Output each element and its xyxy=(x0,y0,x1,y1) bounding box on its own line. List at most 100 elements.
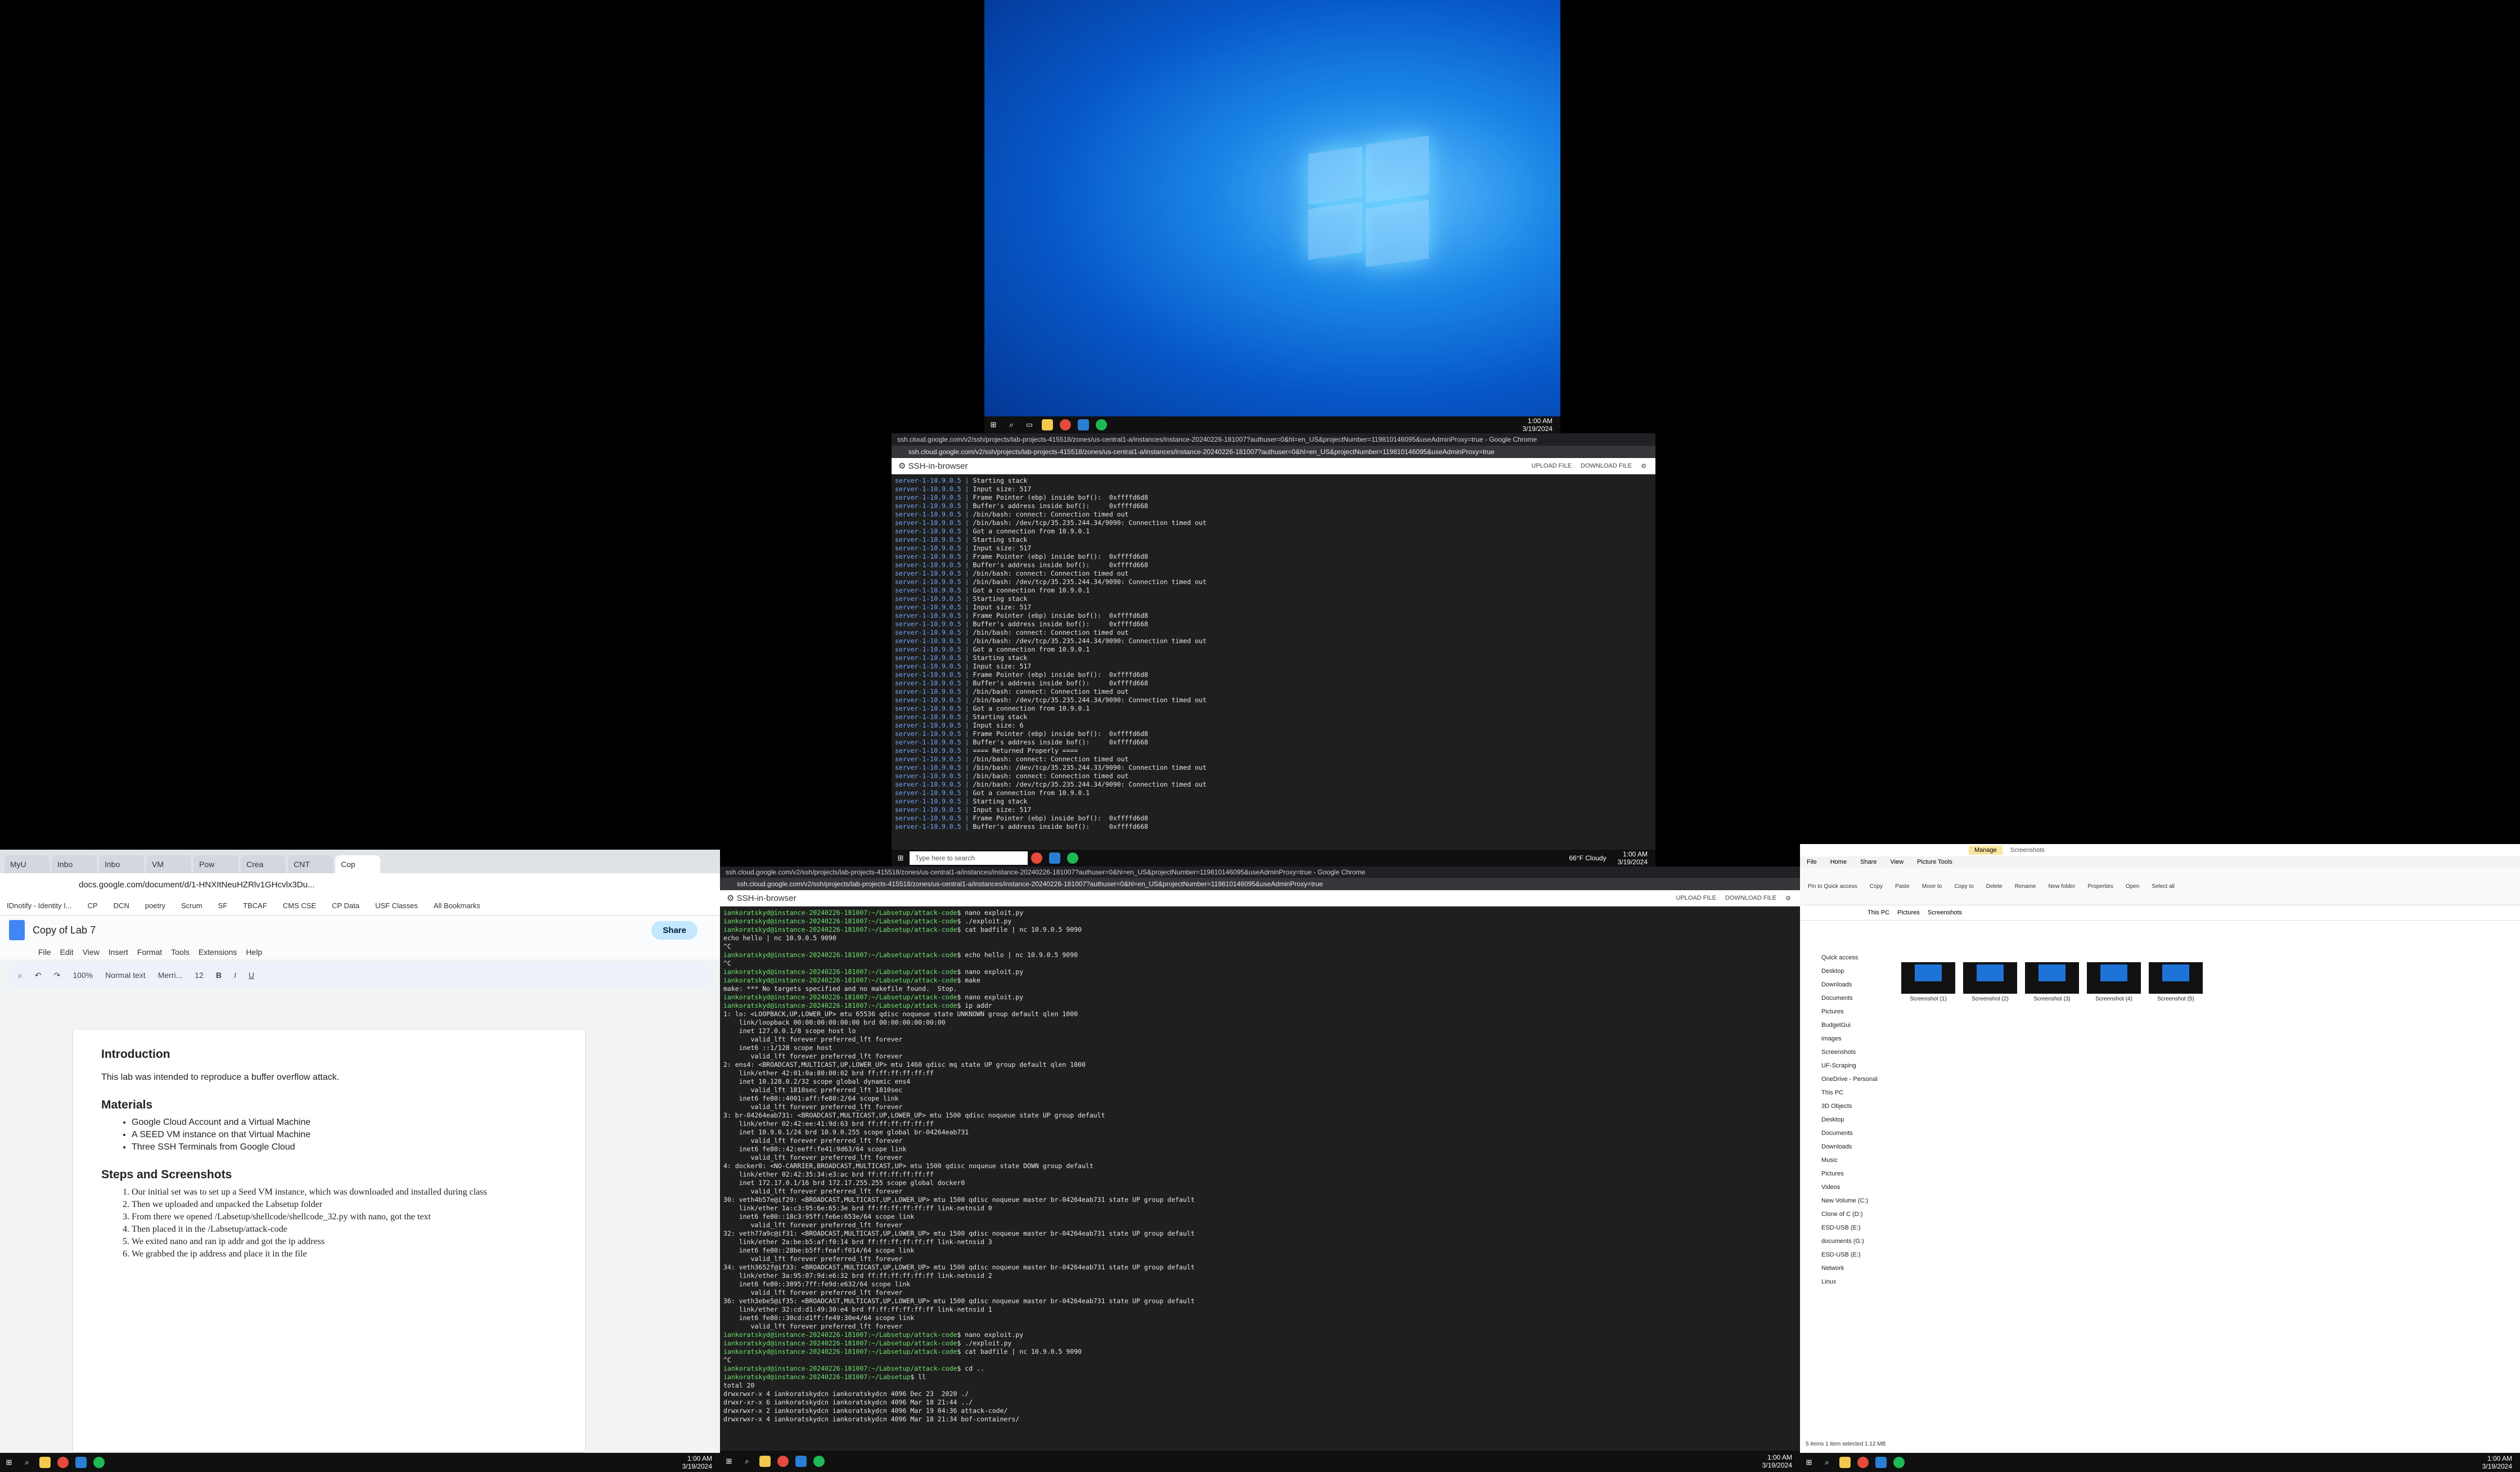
menu-item[interactable]: Insert xyxy=(109,948,128,957)
file-item[interactable]: Screenshot (2) xyxy=(1963,962,2017,1002)
zoom-select[interactable]: 100% xyxy=(73,971,93,980)
share-button[interactable]: Share xyxy=(651,921,698,940)
search-menus-icon[interactable]: ⌕ xyxy=(18,971,22,980)
file-explorer-icon[interactable] xyxy=(39,1457,51,1468)
taskbar-clock[interactable]: 1:00 AM 3/19/2024 xyxy=(1618,850,1648,866)
menu-item[interactable]: Format xyxy=(137,948,162,957)
nav-item[interactable]: UF-Scraping xyxy=(1800,1059,1890,1072)
bookmark-item[interactable]: DCN xyxy=(114,901,129,910)
url-bar[interactable]: ssh.cloud.google.com/v2/ssh/projects/lab… xyxy=(720,878,1800,890)
file-item[interactable]: Screenshot (5) xyxy=(2149,962,2203,1002)
font-size-input[interactable]: 12 xyxy=(195,971,204,980)
nav-item[interactable]: This PC xyxy=(1800,1086,1890,1099)
vscode-icon[interactable] xyxy=(1875,1457,1887,1468)
download-file-button[interactable]: DOWNLOAD FILE xyxy=(1581,463,1632,470)
nav-item[interactable]: Pictures xyxy=(1800,1005,1890,1018)
undo-icon[interactable]: ↶ xyxy=(35,971,42,980)
chrome-icon[interactable] xyxy=(1031,852,1042,864)
search-icon[interactable]: ⌕ xyxy=(1821,1457,1833,1468)
taskbar-search[interactable]: Type here to search xyxy=(910,851,1028,865)
nav-item[interactable]: Downloads xyxy=(1800,1140,1890,1154)
breadcrumb-item[interactable]: This PC xyxy=(1868,909,1889,916)
chrome-icon[interactable] xyxy=(1857,1457,1869,1468)
browser-tab[interactable]: Cop xyxy=(335,855,380,873)
breadcrumb-item[interactable]: Screenshots xyxy=(1928,909,1962,916)
search-icon[interactable]: ⌕ xyxy=(21,1457,33,1468)
nav-item[interactable]: Videos xyxy=(1800,1181,1890,1194)
underline-icon[interactable]: U xyxy=(249,971,254,980)
menu-item[interactable]: Tools xyxy=(171,948,190,957)
upload-file-button[interactable]: UPLOAD FILE xyxy=(1532,463,1572,470)
nav-item[interactable]: Downloads xyxy=(1800,978,1890,991)
bookmark-item[interactable]: USF Classes xyxy=(375,901,418,910)
taskbar-clock[interactable]: 1:00 AM 3/19/2024 xyxy=(1523,417,1552,433)
nav-item[interactable]: images xyxy=(1800,1032,1890,1045)
terminal-output[interactable]: server-1-10.9.0.5 | Starting stack server… xyxy=(892,474,1655,839)
ribbon-tab[interactable]: Picture Tools xyxy=(1910,859,1959,865)
file-item[interactable]: Screenshot (3) xyxy=(2025,962,2079,1002)
nav-item[interactable]: OneDrive - Personal xyxy=(1800,1072,1890,1086)
chrome-icon[interactable] xyxy=(777,1456,789,1467)
file-explorer-icon[interactable] xyxy=(1042,419,1053,430)
browser-tab[interactable]: CNT xyxy=(288,855,333,873)
browser-tab[interactable]: MyU xyxy=(4,855,50,873)
bookmark-item[interactable]: CMS CSE xyxy=(283,901,316,910)
browser-tab[interactable]: VM xyxy=(146,855,191,873)
vscode-icon[interactable] xyxy=(1049,852,1060,864)
manage-tab[interactable]: Manage xyxy=(1969,846,2002,855)
ribbon-button[interactable]: Pin to Quick access xyxy=(1808,883,1857,890)
style-select[interactable]: Normal text xyxy=(105,971,146,980)
ribbon-button[interactable]: Copy xyxy=(1870,883,1883,890)
download-file-button[interactable]: DOWNLOAD FILE xyxy=(1725,895,1776,902)
file-explorer-icon[interactable] xyxy=(759,1456,771,1467)
menu-item[interactable]: Edit xyxy=(60,948,74,957)
italic-icon[interactable]: I xyxy=(234,971,236,980)
ribbon-tab[interactable]: Share xyxy=(1853,859,1883,865)
settings-icon[interactable]: ⚙ xyxy=(1785,895,1791,902)
file-explorer-icon[interactable] xyxy=(1839,1457,1851,1468)
vscode-icon[interactable] xyxy=(75,1457,87,1468)
vscode-icon[interactable] xyxy=(1078,419,1089,430)
taskbar-clock[interactable]: 1:00 AM 3/19/2024 xyxy=(682,1455,712,1470)
ribbon-button[interactable]: New folder xyxy=(2049,883,2076,890)
nav-item[interactable]: documents (G:) xyxy=(1800,1235,1890,1248)
bookmark-item[interactable]: CP Data xyxy=(332,901,359,910)
chrome-icon[interactable] xyxy=(1060,419,1071,430)
menu-item[interactable]: Extensions xyxy=(199,948,237,957)
search-icon[interactable]: ⌕ xyxy=(741,1456,753,1467)
start-icon[interactable]: ⊞ xyxy=(1803,1457,1815,1468)
upload-file-button[interactable]: UPLOAD FILE xyxy=(1676,895,1717,902)
ribbon-button[interactable]: Rename xyxy=(2015,883,2036,890)
start-icon[interactable]: ⊞ xyxy=(3,1457,15,1468)
task-view-icon[interactable]: ▭ xyxy=(1024,419,1035,430)
spotify-icon[interactable] xyxy=(1096,419,1107,430)
nav-item[interactable]: ESD-USB (E:) xyxy=(1800,1248,1890,1262)
bookmark-item[interactable]: TBCAF xyxy=(243,901,267,910)
search-icon[interactable]: ⌕ xyxy=(1006,419,1017,430)
nav-item[interactable]: Screenshots xyxy=(1800,1045,1890,1059)
bookmark-item[interactable]: All Bookmarks xyxy=(434,901,480,910)
menu-item[interactable]: File xyxy=(38,948,51,957)
bookmark-item[interactable]: IDnotify - Identity I... xyxy=(7,901,72,910)
start-icon[interactable]: ⊞ xyxy=(988,419,999,430)
browser-tab[interactable]: Inbo xyxy=(99,855,144,873)
bookmark-item[interactable]: poetry xyxy=(145,901,165,910)
spotify-icon[interactable] xyxy=(93,1457,105,1468)
browser-tab[interactable]: Pow xyxy=(194,855,238,873)
file-item[interactable]: Screenshot (4) xyxy=(2087,962,2141,1002)
nav-item[interactable]: Desktop xyxy=(1800,964,1890,978)
terminal-output[interactable]: iankoratskyd@instance-20240226-181007:~/… xyxy=(720,906,1800,1447)
browser-tab[interactable]: Inbo xyxy=(52,855,97,873)
breadcrumb-item[interactable]: Pictures xyxy=(1897,909,1920,916)
nav-item[interactable]: Pictures xyxy=(1800,1167,1890,1181)
spotify-icon[interactable] xyxy=(1067,852,1078,864)
ribbon-button[interactable]: Paste xyxy=(1895,883,1910,890)
nav-item[interactable]: Music xyxy=(1800,1154,1890,1167)
address-path[interactable]: This PC Pictures Screenshots xyxy=(1800,905,2520,921)
ribbon-button[interactable]: Copy to xyxy=(1954,883,1973,890)
weather-widget[interactable]: 66°F Cloudy xyxy=(1569,854,1606,862)
nav-item[interactable]: New Volume (C:) xyxy=(1800,1194,1890,1208)
ribbon-tab[interactable]: Home xyxy=(1824,859,1853,865)
settings-icon[interactable]: ⚙ xyxy=(1641,463,1646,470)
nav-item[interactable]: Quick access xyxy=(1800,951,1890,964)
